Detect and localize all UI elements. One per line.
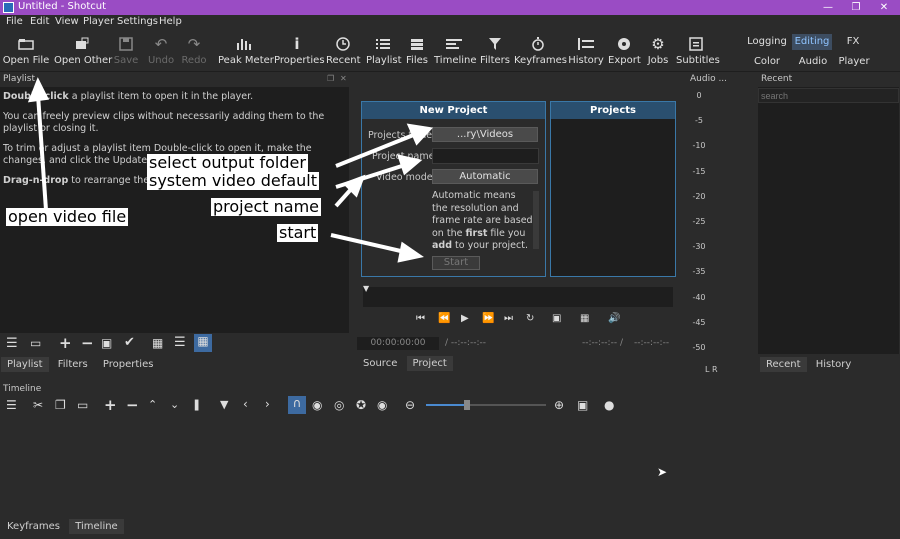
arrow-head	[27, 77, 50, 103]
annotation-select-output-folder: select output folder	[147, 153, 308, 172]
arrow-head	[397, 241, 424, 263]
annotation-project-name: project name	[211, 197, 321, 216]
annotation-system-video-default: system video default	[147, 171, 320, 190]
arrow-start	[330, 233, 406, 254]
arrow-open-file	[36, 94, 48, 211]
arrow-head	[406, 123, 434, 146]
annotation-start: start	[277, 223, 319, 242]
annotation-open-video-file: open video file	[6, 207, 129, 226]
arrow-head	[396, 154, 423, 176]
annotation-arrows	[27, 77, 434, 263]
